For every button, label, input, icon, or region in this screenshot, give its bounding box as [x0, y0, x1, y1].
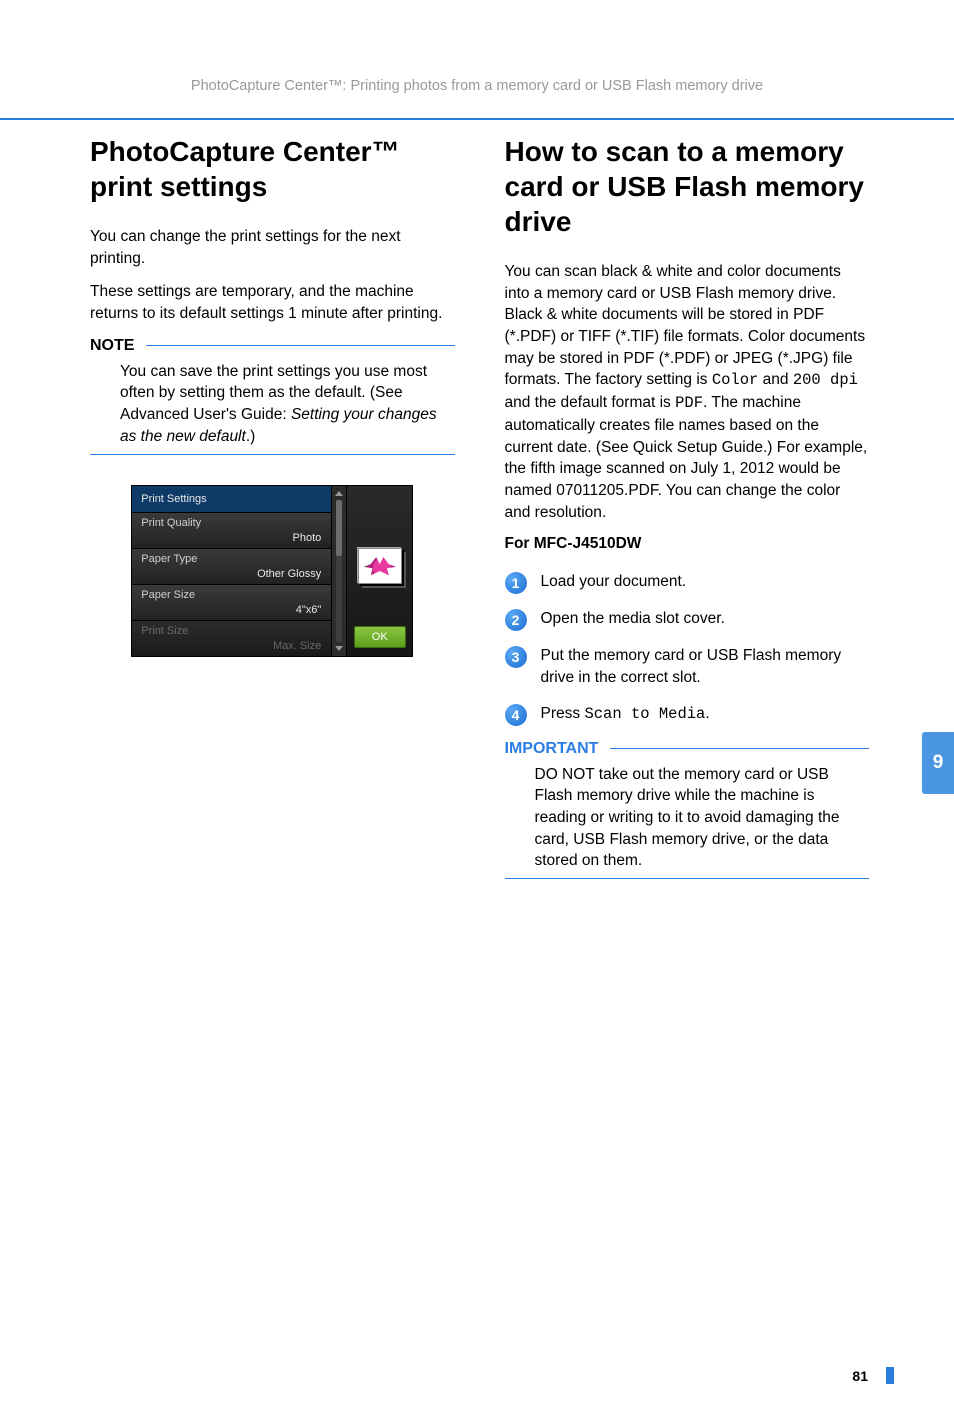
note-text-c: .): [246, 428, 255, 445]
note-label: NOTE: [90, 337, 146, 355]
note-end-rule: [90, 454, 455, 455]
step-number-icon: 4: [505, 704, 527, 726]
step-2: 2 Open the media slot cover.: [505, 608, 870, 631]
step-text: Put the memory card or USB Flash memory …: [541, 645, 870, 688]
left-column: PhotoCapture Center™ print settings You …: [90, 134, 455, 909]
step4-a: Press: [541, 705, 585, 722]
lcd-screenshot: Print Settings Print Quality Photo Paper…: [131, 485, 413, 657]
important-body: DO NOT take out the memory card or USB F…: [505, 764, 870, 872]
ok-button: OK: [354, 626, 406, 648]
important-end-rule: [505, 878, 870, 879]
right-p1d: . The machine automatically creates file…: [505, 394, 868, 520]
code-200dpi: 200 dpi: [793, 371, 858, 389]
right-para-1: You can scan black & white and color doc…: [505, 261, 870, 523]
code-color: Color: [712, 371, 759, 389]
right-p1a: You can scan black & white and color doc…: [505, 263, 866, 388]
lcd-row-label: Print Quality: [141, 517, 322, 529]
lcd-row-label: Paper Size: [141, 589, 322, 601]
right-heading: How to scan to a memory card or USB Flas…: [505, 134, 870, 239]
lcd-row-print-quality: Print Quality Photo: [132, 512, 331, 548]
lcd-row-label: Paper Type: [141, 553, 322, 565]
step-number-icon: 2: [505, 609, 527, 631]
lcd-row-label: Print Size: [141, 625, 322, 637]
running-header: PhotoCapture Center™: Printing photos fr…: [0, 78, 954, 94]
left-para-2: These settings are temporary, and the ma…: [90, 281, 455, 324]
lcd-scrollbar: [331, 486, 346, 656]
note-header-row: NOTE: [90, 337, 455, 355]
step-number-icon: 1: [505, 572, 527, 594]
lcd-row-print-size: Print Size Max. Size: [132, 620, 331, 656]
scroll-up-icon: [335, 491, 343, 496]
code-pdf: PDF: [675, 394, 703, 412]
lcd-list: Print Settings Print Quality Photo Paper…: [132, 486, 331, 656]
lcd-title: Print Settings: [132, 486, 331, 512]
step-text: Open the media slot cover.: [541, 608, 870, 630]
lcd-row-paper-type: Paper Type Other Glossy: [132, 548, 331, 584]
important-header-row: IMPORTANT: [505, 740, 870, 758]
note-rule-line: [146, 345, 454, 346]
lcd-row-paper-size: Paper Size 4"x6": [132, 584, 331, 620]
chapter-tab: 9: [922, 732, 954, 794]
scroll-down-icon: [335, 646, 343, 651]
scroll-track: [336, 500, 342, 642]
right-column: How to scan to a memory card or USB Flas…: [505, 134, 870, 909]
model-subhead: For MFC-J4510DW: [505, 535, 870, 553]
page-number: 81: [852, 1368, 868, 1384]
left-para-1: You can change the print settings for th…: [90, 226, 455, 269]
step-3: 3 Put the memory card or USB Flash memor…: [505, 645, 870, 688]
page-content: PhotoCapture Center™ print settings You …: [0, 94, 954, 909]
step4-b: .: [705, 705, 709, 722]
step-1: 1 Load your document.: [505, 571, 870, 594]
important-rule-line: [610, 748, 869, 749]
lcd-preview-panel: OK: [346, 486, 412, 656]
lcd-row-value: Photo: [293, 532, 322, 544]
step-4: 4 Press Scan to Media.: [505, 703, 870, 726]
step-text: Load your document.: [541, 571, 870, 593]
top-accent-bar: [0, 118, 954, 120]
lcd-row-value: Other Glossy: [257, 568, 321, 580]
lcd-row-value: 4"x6": [296, 604, 322, 616]
scroll-thumb: [336, 500, 342, 557]
important-label: IMPORTANT: [505, 740, 611, 758]
page-number-accent: [886, 1367, 894, 1384]
right-p1b: and: [758, 371, 792, 388]
right-p1c: and the default format is: [505, 394, 676, 411]
note-body: You can save the print settings you use …: [90, 361, 455, 448]
step-number-icon: 3: [505, 646, 527, 668]
code-scan-to-media: Scan to Media: [584, 705, 705, 723]
lcd-row-value: Max. Size: [273, 640, 321, 652]
left-heading: PhotoCapture Center™ print settings: [90, 134, 455, 204]
step-text: Press Scan to Media.: [541, 703, 870, 726]
photo-preview-icon: [358, 548, 402, 584]
